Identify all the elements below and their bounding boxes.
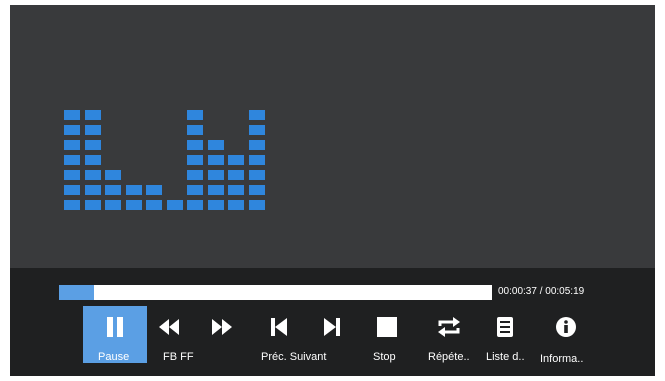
time-display: 00:00:37 / 00:05:19 — [498, 286, 584, 297]
stop-button[interactable]: Stop — [370, 306, 406, 363]
visualizer-segment — [208, 200, 224, 210]
visualizer-segment — [208, 155, 224, 165]
visualizer-segment — [208, 140, 224, 150]
visualizer-segment — [64, 170, 80, 180]
visualizer-segment — [85, 125, 101, 135]
stop-label: Stop — [373, 351, 396, 363]
pause-label: Pause — [98, 351, 130, 363]
repeat-label: Répéte.. — [428, 351, 470, 363]
visualizer-segment — [64, 200, 80, 210]
list-icon — [497, 317, 513, 337]
visualizer-segment — [228, 155, 244, 165]
visualizer-segment — [85, 185, 101, 195]
pause-icon — [107, 317, 123, 337]
visualizer-segment — [105, 170, 121, 180]
skip-next-icon — [324, 318, 340, 336]
fast-forward-button[interactable] — [209, 306, 235, 363]
visualizer-segment — [249, 200, 265, 210]
visualizer-segment — [187, 155, 203, 165]
player-screen: 00:00:37 / 00:05:19 Pause FB FF Préc. Su… — [10, 5, 655, 376]
rewind-icon — [159, 319, 179, 335]
fb-ff-label: FB FF — [163, 351, 194, 363]
visualizer-segment — [126, 200, 142, 210]
visualizer-segment — [187, 170, 203, 180]
visualizer-segment — [208, 185, 224, 195]
info-icon — [556, 317, 576, 337]
info-label: Informa.. — [540, 353, 584, 365]
playlist-button[interactable]: Liste d.. — [482, 306, 528, 363]
audio-visualizer — [64, 60, 274, 215]
visualizer-segment — [85, 110, 101, 120]
visualizer-segment — [228, 170, 244, 180]
stop-icon — [377, 317, 397, 337]
playlist-label: Liste d.. — [486, 351, 525, 363]
visualizer-segment — [64, 110, 80, 120]
progress-bar[interactable] — [59, 285, 492, 300]
control-bar: 00:00:37 / 00:05:19 Pause FB FF Préc. Su… — [10, 268, 655, 376]
prev-next-label: Préc. Suivant — [261, 351, 327, 363]
visualizer-segment — [187, 185, 203, 195]
repeat-icon — [438, 317, 460, 337]
visualizer-segment — [249, 110, 265, 120]
visualizer-segment — [187, 110, 203, 120]
visualizer-segment — [64, 125, 80, 135]
visualizer-segment — [228, 200, 244, 210]
visualizer-segment — [249, 140, 265, 150]
visualizer-segment — [187, 125, 203, 135]
visualizer-segment — [249, 125, 265, 135]
repeat-button[interactable]: Répéte.. — [425, 306, 471, 363]
total-time: 00:05:19 — [545, 286, 585, 297]
visualizer-segment — [64, 155, 80, 165]
fast-forward-icon — [212, 319, 232, 335]
visualizer-segment — [146, 200, 162, 210]
elapsed-time: 00:00:37 — [498, 286, 537, 297]
info-button[interactable]: Informa.. — [537, 306, 593, 365]
visualizer-segment — [249, 185, 265, 195]
visualizer-segment — [249, 155, 265, 165]
visualizer-segment — [126, 185, 142, 195]
visualizer-segment — [105, 185, 121, 195]
visualizer-segment — [85, 155, 101, 165]
visualizer-segment — [85, 170, 101, 180]
visualizer-segment — [208, 170, 224, 180]
visualizer-segment — [85, 140, 101, 150]
visualizer-segment — [146, 185, 162, 195]
visualizer-segment — [228, 185, 244, 195]
visualizer-segment — [64, 140, 80, 150]
visualizer-segment — [167, 200, 183, 210]
visualizer-segment — [64, 185, 80, 195]
visualizer-segment — [249, 170, 265, 180]
visualizer-segment — [187, 140, 203, 150]
visualizer-segment — [85, 200, 101, 210]
skip-previous-icon — [271, 318, 287, 336]
pause-button[interactable]: Pause — [83, 306, 147, 363]
visualizer-segment — [105, 200, 121, 210]
visualizer-segment — [187, 200, 203, 210]
progress-fill — [59, 285, 94, 300]
